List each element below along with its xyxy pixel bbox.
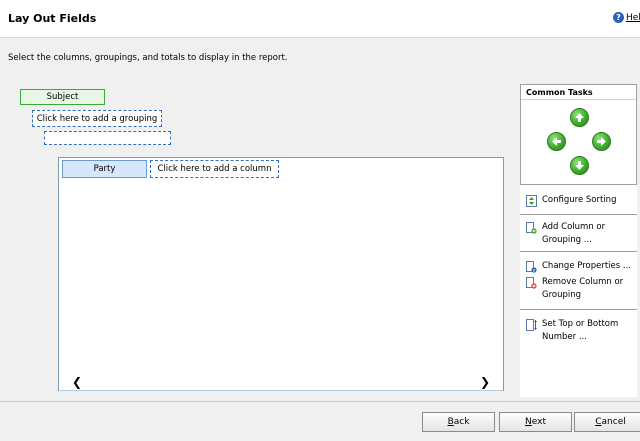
scroll-right-icon[interactable]: ❯ [480,375,490,389]
sort-icon [526,195,537,207]
wizard-footer: Back Next Cancel [0,401,640,441]
configure-sorting-label: Configure Sorting [542,195,617,205]
set-top-or-bottom-link[interactable]: Set Top or Bottom Number ... [526,318,618,344]
common-tasks-panel: Common Tasks Configure Sorting Add Colum… [520,84,637,397]
top-bottom-icon [526,319,537,331]
add-column-label-line1: Add Column or [542,222,606,232]
task-section-topbottom: Set Top or Bottom Number ... [520,309,637,397]
add-column-label-line2: Grouping ... [542,235,592,245]
add-column-label: Click here to add a column [157,164,272,174]
change-properties-label: Change Properties ... [542,261,632,271]
cancel-label: ancel [601,417,626,427]
remove-column-label-line2: Grouping [542,290,582,300]
set-top-bottom-label-line2: Number ... [542,332,587,342]
add-column-label-group: Add Column or Grouping ... [542,221,605,247]
divider [521,99,636,100]
help-icon[interactable]: ? [613,12,624,23]
grouping-subject-label: Subject [46,92,79,102]
add-column-placeholder[interactable]: Click here to add a column [150,160,279,178]
column-party-label: Party [93,164,116,174]
remove-column-label-group: Remove Column or Grouping [542,276,623,302]
add-grouping-placeholder[interactable]: Click here to add a grouping [32,110,162,127]
remove-column-icon [526,277,537,289]
remove-column-label-line1: Remove Column or [542,277,624,287]
help-link[interactable]: ? Help [613,12,640,23]
wizard-header: Lay Out Fields ? Help [0,0,640,38]
arrow-up-icon[interactable] [570,108,589,127]
page-title: Lay Out Fields [8,12,97,25]
horizontal-scrollbar[interactable] [59,390,503,391]
common-tasks-title: Common Tasks [526,88,593,97]
arrow-down-icon[interactable] [570,156,589,175]
next-mnemonic: N [525,417,532,427]
scroll-left-icon[interactable]: ❮ [72,375,82,389]
task-section-sorting: Configure Sorting [520,184,637,214]
set-top-bottom-label-group: Set Top or Bottom Number ... [542,318,618,344]
add-grouping-label: Click here to add a grouping [36,113,158,124]
set-top-bottom-label-line1: Set Top or Bottom [542,319,619,329]
arrow-right-icon[interactable] [592,132,611,151]
configure-sorting-link[interactable]: Configure Sorting [526,194,616,207]
change-properties-link[interactable]: Change Properties ... [526,260,631,273]
cancel-button[interactable]: Cancel [574,412,640,432]
arrow-left-icon[interactable] [547,132,566,151]
back-button[interactable]: Back [422,412,495,432]
help-label[interactable]: Help [626,13,640,23]
properties-icon [526,261,537,273]
next-label: ext [531,417,546,427]
back-label: ack [453,417,470,427]
column-party[interactable]: Party [62,160,147,178]
add-column-or-grouping-link[interactable]: Add Column or Grouping ... [526,221,605,247]
remove-column-or-grouping-link[interactable]: Remove Column or Grouping [526,276,623,302]
next-button[interactable]: Next [499,412,572,432]
instruction-text: Select the columns, groupings, and total… [8,53,288,63]
add-column-icon [526,222,537,234]
task-section-edit: Change Properties ... Remove Column or G… [520,251,637,309]
empty-grouping-slot[interactable] [44,131,171,145]
column-layout-area[interactable]: Party Click here to add a column ❮ ❯ [58,157,504,391]
task-section-add: Add Column or Grouping ... [520,214,637,251]
grouping-subject[interactable]: Subject [20,89,105,105]
